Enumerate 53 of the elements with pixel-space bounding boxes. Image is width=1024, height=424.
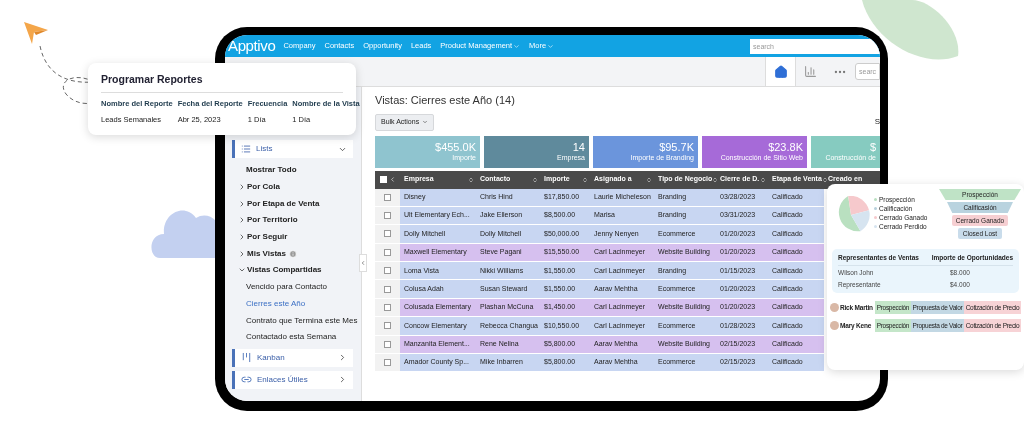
- sidebar-group[interactable]: Por Etapa de Venta: [238, 195, 353, 213]
- sidebar-section[interactable]: Kanban: [232, 348, 353, 367]
- sidebar-item[interactable]: Mostrar Todo: [238, 162, 353, 179]
- kanban-icon: [241, 352, 252, 364]
- home-icon: [773, 64, 788, 79]
- sort-icon: [821, 176, 828, 183]
- info-icon: [289, 249, 297, 258]
- sidebar-item[interactable]: Cierres este Año: [238, 295, 353, 313]
- sidebar-section[interactable]: Enlaces Útiles: [232, 370, 353, 389]
- stat-value: $23.8K: [768, 141, 803, 153]
- home-button[interactable]: [765, 57, 795, 86]
- caret-icon: [547, 42, 555, 50]
- sort-icon: [532, 176, 538, 183]
- page-title: Vistas: Cierres este Año (14): [375, 93, 516, 108]
- sidebar-item[interactable]: Contactado esta Semana: [238, 328, 353, 346]
- collapse-button[interactable]: [359, 254, 367, 272]
- row-checkbox[interactable]: [384, 359, 391, 367]
- stat-value: 14: [572, 141, 585, 153]
- sort-icon: [468, 176, 474, 183]
- sidebar-group[interactable]: Mis Vistas: [238, 245, 353, 263]
- chevron-icon: [338, 353, 347, 363]
- sidebar-group[interactable]: Por Seguir: [238, 228, 353, 246]
- row-checkbox[interactable]: [384, 322, 391, 330]
- sidebar-group[interactable]: Por Territorio: [238, 212, 353, 229]
- row-checkbox[interactable]: [384, 212, 391, 220]
- sidebar-item[interactable]: Vencido para Contacto: [238, 278, 353, 296]
- chevron-icon: [338, 375, 347, 385]
- card-title: Programar Reportes: [101, 72, 343, 93]
- select-all-checkbox[interactable]: [379, 176, 387, 183]
- caret-icon: [513, 42, 521, 50]
- row-checkbox[interactable]: [384, 267, 391, 275]
- bar-chart-icon: [804, 65, 817, 78]
- sidebar-group[interactable]: Vistas Compartidas: [238, 262, 353, 279]
- list-icon: [241, 144, 251, 154]
- row-checkbox[interactable]: [384, 285, 391, 293]
- stat-value: $455.0K: [435, 141, 476, 153]
- chevron-icon: [360, 259, 366, 267]
- row-checkbox[interactable]: [384, 340, 391, 348]
- sort-icon: [646, 176, 652, 183]
- cut-label: S: [874, 116, 880, 128]
- caret-icon: [422, 119, 429, 125]
- sort-icon: [712, 176, 719, 183]
- sidebar-group[interactable]: Por Cola: [238, 178, 353, 196]
- lists-header[interactable]: Lists: [232, 140, 353, 158]
- chevron-icon: [388, 176, 396, 183]
- stat-value: $: [869, 141, 876, 153]
- row-checkbox[interactable]: [384, 304, 391, 312]
- sort-icon: [760, 176, 766, 183]
- sort-icon: [582, 176, 588, 183]
- stat-value: $95.7K: [659, 141, 694, 153]
- row-checkbox[interactable]: [384, 193, 391, 201]
- row-checkbox[interactable]: [384, 230, 391, 238]
- row-checkbox[interactable]: [384, 248, 391, 256]
